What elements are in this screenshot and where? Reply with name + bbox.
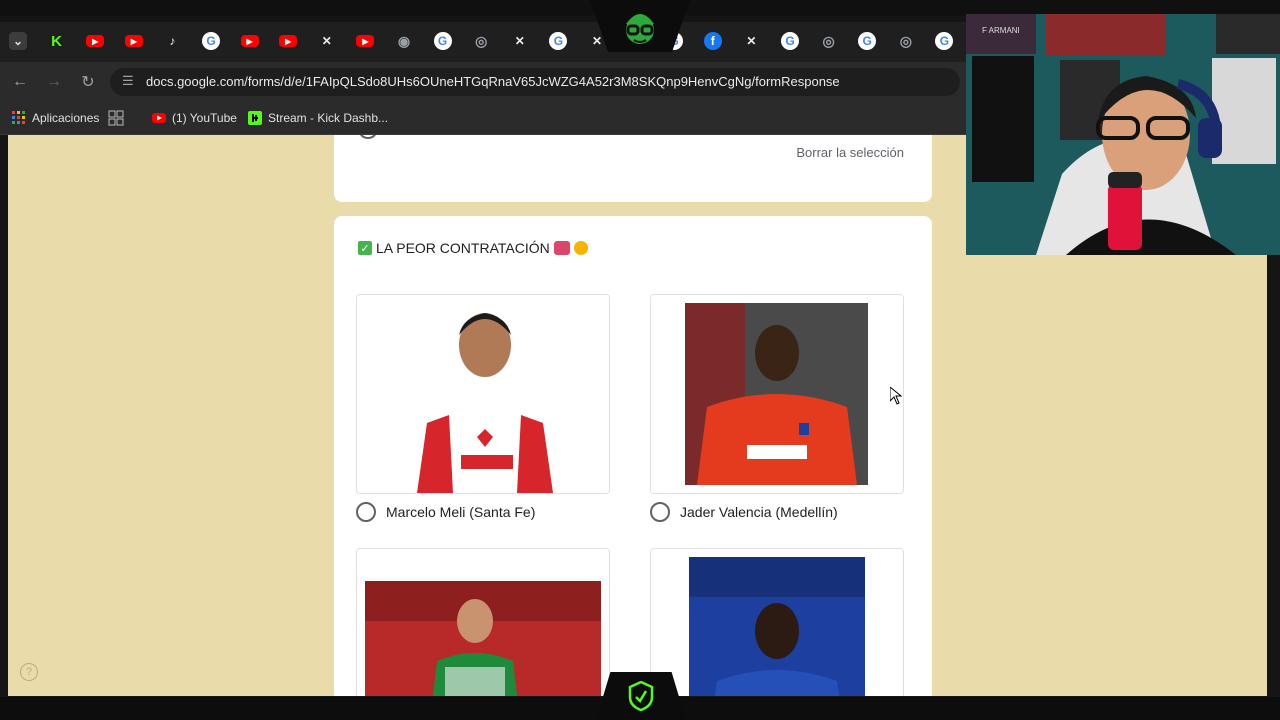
tiktok-icon[interactable]: ♪ bbox=[163, 32, 181, 50]
tab-groups-icon[interactable] bbox=[108, 109, 124, 127]
bookmark-youtube[interactable]: (1) YouTube bbox=[152, 109, 237, 127]
browser-address-bar: ← → ↻ docs.google.com/forms/d/e/1FAIpQLS… bbox=[0, 62, 966, 102]
globe-icon[interactable]: ◎ bbox=[897, 32, 915, 50]
chevron-down-icon[interactable]: ⌄ bbox=[9, 32, 27, 50]
bookmark-apps[interactable]: Aplicaciones bbox=[12, 109, 99, 127]
bookmark-youtube-label: (1) YouTube bbox=[172, 111, 237, 125]
back-icon[interactable]: ← bbox=[10, 72, 30, 92]
youtube-icon[interactable]: ▶ bbox=[240, 35, 259, 47]
kick-icon[interactable]: K bbox=[48, 32, 66, 50]
forward-icon[interactable]: → bbox=[44, 72, 64, 92]
face-emoji-icon bbox=[573, 241, 588, 255]
x-icon[interactable]: ✕ bbox=[511, 32, 529, 50]
help-icon[interactable]: ? bbox=[20, 663, 38, 681]
option-label: Jader Valencia (Medellín) bbox=[680, 504, 838, 520]
option-image-card[interactable] bbox=[650, 548, 904, 696]
site-info-icon[interactable]: ☰ bbox=[122, 73, 136, 91]
google-icon[interactable]: G bbox=[433, 32, 452, 50]
megaphone-emoji-icon bbox=[553, 241, 570, 255]
google-icon[interactable]: G bbox=[935, 32, 954, 50]
option-radio[interactable] bbox=[356, 502, 376, 522]
kick-icon bbox=[248, 111, 262, 125]
radio-partial[interactable] bbox=[358, 135, 378, 139]
x-icon[interactable]: ✕ bbox=[742, 32, 760, 50]
shield-logo-icon bbox=[628, 681, 654, 711]
player-photo-marcelo-meli bbox=[357, 295, 609, 493]
youtube-icon[interactable]: ▶ bbox=[356, 35, 375, 47]
webcam-feed bbox=[966, 14, 1280, 255]
url-field[interactable]: docs.google.com/forms/d/e/1FAIpQLSdo8UHs… bbox=[110, 68, 960, 96]
option-image-card[interactable] bbox=[356, 548, 610, 696]
google-icon[interactable]: G bbox=[858, 32, 877, 50]
bookmark-kick-stream[interactable]: Stream - Kick Dashb... bbox=[248, 109, 388, 127]
google-icon[interactable]: G bbox=[549, 32, 568, 50]
youtube-icon[interactable]: ▶ bbox=[86, 35, 105, 47]
player-photo-option-4 bbox=[651, 549, 903, 696]
youtube-icon[interactable]: ▶ bbox=[279, 35, 298, 47]
player-photo-jader-valencia bbox=[651, 295, 903, 493]
youtube-icon bbox=[152, 113, 166, 123]
clear-selection-button[interactable]: Borrar la selección bbox=[784, 145, 904, 160]
check-mark-icon: ✓ bbox=[358, 241, 372, 255]
question-text: LA PEOR CONTRATACIÓN bbox=[376, 240, 550, 256]
question-title: ✓ LA PEOR CONTRATACIÓN bbox=[358, 240, 588, 256]
google-icon[interactable]: G bbox=[781, 32, 799, 50]
jersey-text: F ARMANI bbox=[982, 26, 1020, 35]
bookmark-apps-label: Aplicaciones bbox=[32, 111, 100, 125]
globe-icon[interactable]: ◎ bbox=[820, 32, 838, 50]
option-radio[interactable] bbox=[650, 502, 670, 522]
google-icon[interactable]: G bbox=[202, 32, 220, 50]
option-image-card[interactable] bbox=[356, 294, 610, 494]
option-row[interactable]: Jader Valencia (Medellín) bbox=[650, 502, 838, 522]
webcam-overlay: F ARMANI bbox=[966, 14, 1280, 255]
stream-overlay-frame: ⌄K▶▶♪G▶▶✕▶◉G◎✕G✕✕Gf✕G◎G◎G ← → ↻ docs.goo… bbox=[0, 0, 1280, 720]
facebook-icon[interactable]: f bbox=[703, 32, 722, 50]
option-image-card[interactable] bbox=[650, 294, 904, 494]
player-photo-option-3 bbox=[357, 549, 609, 696]
option-row[interactable]: Marcelo Meli (Santa Fe) bbox=[356, 502, 535, 522]
question-card: ✓ LA PEOR CONTRATACIÓN Marcelo Meli (San… bbox=[334, 216, 932, 696]
mouse-cursor-icon bbox=[890, 387, 902, 405]
reload-icon[interactable]: ↻ bbox=[78, 72, 98, 92]
x-icon[interactable]: ✕ bbox=[318, 32, 336, 50]
channel-logo-bottom bbox=[596, 672, 686, 720]
youtube-icon[interactable]: ▶ bbox=[124, 35, 143, 47]
globe-icon[interactable]: ◎ bbox=[472, 32, 490, 50]
chrome-icon[interactable]: ◉ bbox=[395, 32, 413, 50]
apps-grid-icon bbox=[12, 111, 25, 124]
browser-tab-bar: ⌄K▶▶♪G▶▶✕▶◉G◎✕G✕✕Gf✕G◎G◎G bbox=[0, 22, 966, 62]
previous-question-card: Borrar la selección bbox=[334, 135, 932, 202]
bookmark-stream-label: Stream - Kick Dashb... bbox=[268, 111, 389, 125]
option-label: Marcelo Meli (Santa Fe) bbox=[386, 504, 536, 520]
bookmarks-bar: Aplicaciones (1) YouTube Stream - Kick D… bbox=[0, 102, 966, 135]
streamer-avatar-logo-icon bbox=[626, 14, 654, 44]
